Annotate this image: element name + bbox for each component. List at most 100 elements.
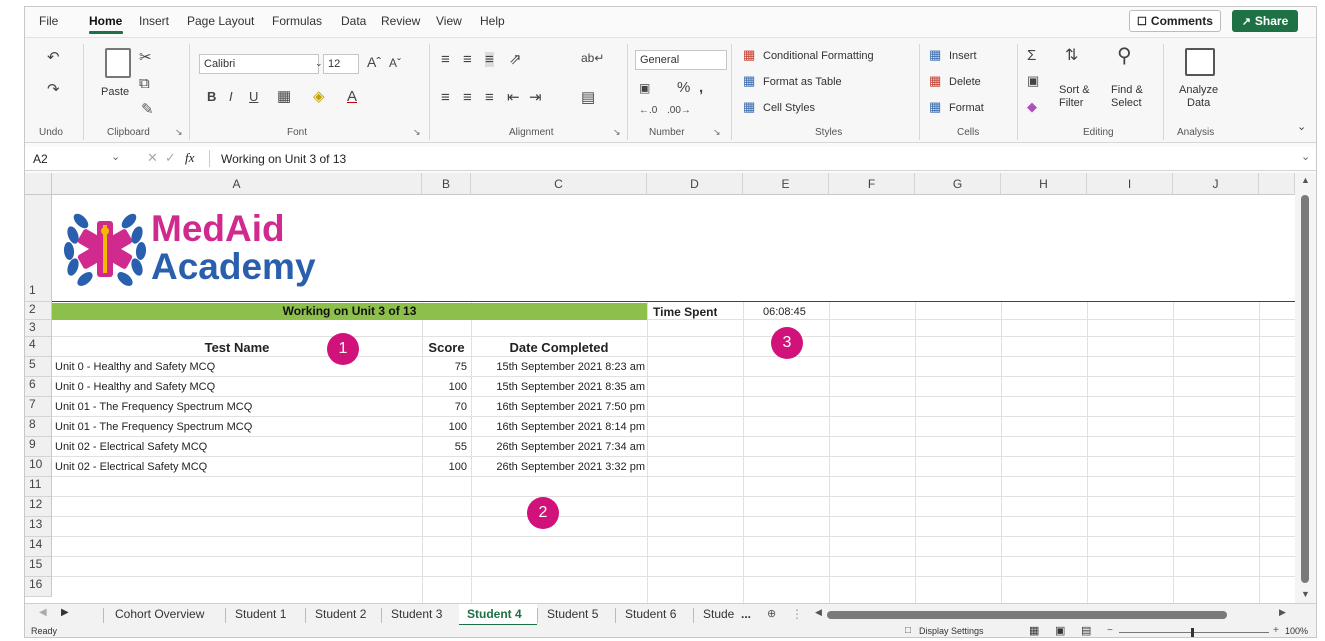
comments-button[interactable]: ☐ Comments <box>1129 10 1221 32</box>
autosum-icon[interactable]: Σ <box>1027 48 1036 63</box>
zoom-slider-handle[interactable] <box>1191 628 1194 637</box>
row-header-6[interactable]: 6 <box>25 377 52 397</box>
date-cell[interactable]: 26th September 2021 7:34 am <box>471 441 645 453</box>
add-sheet-icon[interactable]: ⊕ <box>767 607 776 620</box>
name-box[interactable]: A2 <box>33 152 48 166</box>
zoom-level[interactable]: 100% <box>1285 626 1308 636</box>
undo-icon[interactable]: ↶ <box>47 50 60 65</box>
menu-view[interactable]: View <box>436 14 462 28</box>
row-header-5[interactable]: 5 <box>25 357 52 377</box>
insert-cells-button[interactable]: Insert <box>949 50 977 62</box>
header-score[interactable]: Score <box>422 340 471 355</box>
column-header-g[interactable]: G <box>915 173 1001 195</box>
zoom-in-icon[interactable]: + <box>1273 625 1279 636</box>
fill-icon[interactable]: ▣ <box>1027 74 1039 87</box>
number-format-select[interactable]: General <box>635 50 727 70</box>
row-header-3[interactable]: 3 <box>25 320 52 337</box>
column-header-j[interactable]: J <box>1173 173 1259 195</box>
formula-input[interactable]: Working on Unit 3 of 13 <box>221 152 346 166</box>
column-header-f[interactable]: F <box>829 173 915 195</box>
score-cell[interactable]: 100 <box>422 381 467 393</box>
zoom-out-icon[interactable]: − <box>1107 625 1113 636</box>
enter-icon[interactable]: ✓ <box>165 150 176 166</box>
borders-icon[interactable]: ▦ <box>277 89 291 104</box>
alignment-launcher-icon[interactable]: ↘ <box>613 127 621 138</box>
number-launcher-icon[interactable]: ↘ <box>713 127 721 138</box>
menu-file[interactable]: File <box>39 14 58 28</box>
chevron-down-icon[interactable]: ⌄ <box>111 150 120 163</box>
score-cell[interactable]: 75 <box>422 361 467 373</box>
row-header-11[interactable]: 11 <box>25 477 52 497</box>
row-header-2[interactable]: 2 <box>25 302 52 320</box>
expand-formula-icon[interactable]: ⌄ <box>1301 150 1310 163</box>
menu-help[interactable]: Help <box>480 14 505 28</box>
column-header-b[interactable]: B <box>422 173 471 195</box>
format-as-table-button[interactable]: Format as Table <box>763 76 842 88</box>
menu-formulas[interactable]: Formulas <box>272 14 322 28</box>
column-header-d[interactable]: D <box>647 173 743 195</box>
clear-icon[interactable]: ◆ <box>1027 100 1037 113</box>
time-spent-label[interactable]: Time Spent <box>653 305 717 319</box>
score-cell[interactable]: 100 <box>422 421 467 433</box>
align-center-icon[interactable]: ≡ <box>463 90 472 105</box>
row-header-8[interactable]: 8 <box>25 417 52 437</box>
row-header-7[interactable]: 7 <box>25 397 52 417</box>
scroll-down-icon[interactable]: ▼ <box>1301 589 1310 599</box>
date-cell[interactable]: 15th September 2021 8:23 am <box>471 361 645 373</box>
test-name-cell[interactable]: Unit 02 - Electrical Safety MCQ <box>55 461 207 473</box>
tab-student-2[interactable]: Student 2 <box>315 607 366 621</box>
increase-indent-icon[interactable]: ⇥ <box>529 90 542 105</box>
row-header-4[interactable]: 4 <box>25 337 52 357</box>
tab-student-1[interactable]: Student 1 <box>235 607 286 621</box>
tab-student-truncated[interactable]: Stude <box>703 607 734 621</box>
decrease-decimal-icon[interactable]: .00→ <box>667 106 691 116</box>
wrap-text-icon[interactable]: ab↵ <box>581 52 604 64</box>
column-header-next[interactable] <box>1259 173 1295 195</box>
row-header-16[interactable]: 16 <box>25 577 52 597</box>
test-name-cell[interactable]: Unit 0 - Healthy and Safety MCQ <box>55 381 215 393</box>
page-break-view-icon[interactable]: ▤ <box>1081 624 1091 637</box>
test-name-cell[interactable]: Unit 02 - Electrical Safety MCQ <box>55 441 207 453</box>
align-left-icon[interactable]: ≡ <box>441 90 450 105</box>
menu-home[interactable]: Home <box>89 14 122 28</box>
test-name-cell[interactable]: Unit 0 - Healthy and Safety MCQ <box>55 361 215 373</box>
delete-cells-button[interactable]: Delete <box>949 76 981 88</box>
tab-cohort-overview[interactable]: Cohort Overview <box>115 607 204 621</box>
date-cell[interactable]: 15th September 2021 8:35 am <box>471 381 645 393</box>
row-header-14[interactable]: 14 <box>25 537 52 557</box>
tab-scroll-left-icon[interactable]: ◀ <box>39 607 47 618</box>
font-color-icon[interactable]: A <box>347 89 357 104</box>
format-painter-icon[interactable]: ✎ <box>141 102 154 117</box>
row-header-10[interactable]: 10 <box>25 457 52 477</box>
font-size-select[interactable]: 12 <box>323 54 359 74</box>
header-date-completed[interactable]: Date Completed <box>471 340 647 355</box>
cell-styles-button[interactable]: Cell Styles <box>763 102 815 114</box>
comma-icon[interactable]: , <box>699 80 703 95</box>
row-header-13[interactable]: 13 <box>25 517 52 537</box>
horizontal-scroll-thumb[interactable] <box>827 611 1227 619</box>
find-select-button[interactable]: Find & <box>1111 84 1143 96</box>
column-header-a[interactable]: A <box>52 173 422 195</box>
row-header-12[interactable]: 12 <box>25 497 52 517</box>
clipboard-launcher-icon[interactable]: ↘ <box>175 127 183 138</box>
column-header-i[interactable]: I <box>1087 173 1173 195</box>
date-cell[interactable]: 16th September 2021 8:14 pm <box>471 421 645 433</box>
tab-student-3[interactable]: Student 3 <box>391 607 442 621</box>
zoom-slider[interactable] <box>1119 632 1269 633</box>
merge-center-icon[interactable]: ▤ <box>581 90 595 105</box>
percent-icon[interactable]: % <box>677 80 690 95</box>
tab-student-4[interactable]: Student 4 <box>467 607 522 621</box>
vertical-scrollbar[interactable]: ▲ ▼ <box>1295 173 1316 603</box>
format-cells-button[interactable]: Format <box>949 102 984 114</box>
splitter-icon[interactable]: ⋮ <box>791 607 803 621</box>
shrink-font-icon[interactable]: Aˇ <box>389 57 401 69</box>
collapse-ribbon-icon[interactable]: ⌄ <box>1297 122 1306 133</box>
hscroll-right-icon[interactable]: ▶ <box>1279 607 1286 618</box>
tab-student-5[interactable]: Student 5 <box>547 607 598 621</box>
row-header-1[interactable]: 1 <box>25 195 52 302</box>
redo-icon[interactable]: ↷ <box>47 82 60 97</box>
menu-data[interactable]: Data <box>341 14 366 28</box>
cut-icon[interactable]: ✂ <box>139 50 152 65</box>
display-settings-button[interactable]: Display Settings <box>919 626 984 636</box>
copy-icon[interactable]: ⧉ <box>139 76 150 91</box>
